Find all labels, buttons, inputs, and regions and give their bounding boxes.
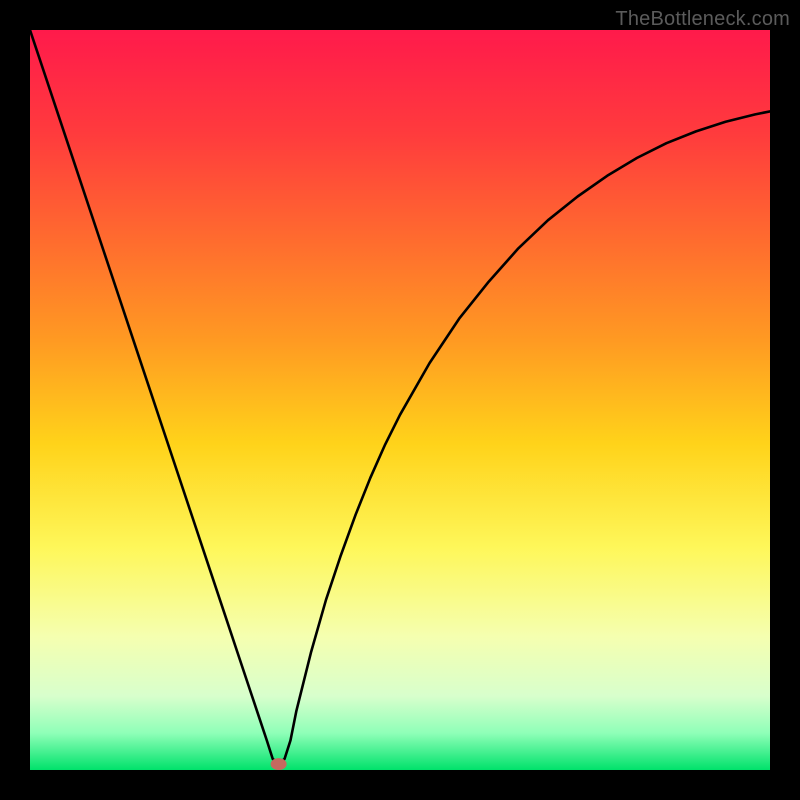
optimum-marker xyxy=(271,758,287,770)
gradient-background xyxy=(30,30,770,770)
chart-stage: TheBottleneck.com xyxy=(0,0,800,800)
watermark-text: TheBottleneck.com xyxy=(615,8,790,31)
chart-svg xyxy=(30,30,770,770)
plot-area xyxy=(30,30,770,770)
